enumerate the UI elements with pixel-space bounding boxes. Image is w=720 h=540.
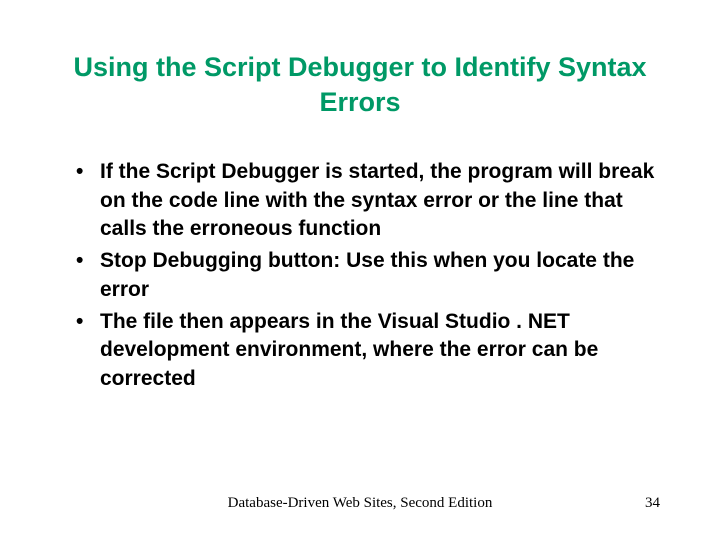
slide-title: Using the Script Debugger to Identify Sy… (60, 50, 660, 120)
footer-text: Database-Driven Web Sites, Second Editio… (228, 495, 493, 512)
bullet-list: If the Script Debugger is started, the p… (60, 158, 660, 393)
list-item: If the Script Debugger is started, the p… (72, 158, 660, 243)
list-item: The file then appears in the Visual Stud… (72, 308, 660, 393)
slide: Using the Script Debugger to Identify Sy… (0, 0, 720, 540)
list-item: Stop Debugging button: Use this when you… (72, 247, 660, 304)
footer: Database-Driven Web Sites, Second Editio… (0, 495, 720, 512)
page-number: 34 (645, 495, 660, 512)
